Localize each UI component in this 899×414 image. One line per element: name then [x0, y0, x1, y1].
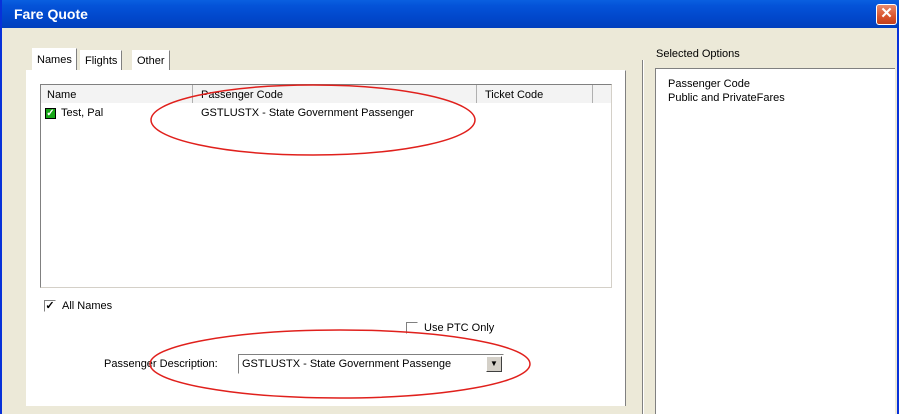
annotation-ellipse-passenger-code — [150, 84, 476, 156]
annotation-ellipse-description — [149, 329, 531, 399]
annotation-overlay — [149, 84, 531, 399]
fare-quote-window: Fare Quote ✕ Names Flights Other Name Pa… — [0, 0, 899, 414]
